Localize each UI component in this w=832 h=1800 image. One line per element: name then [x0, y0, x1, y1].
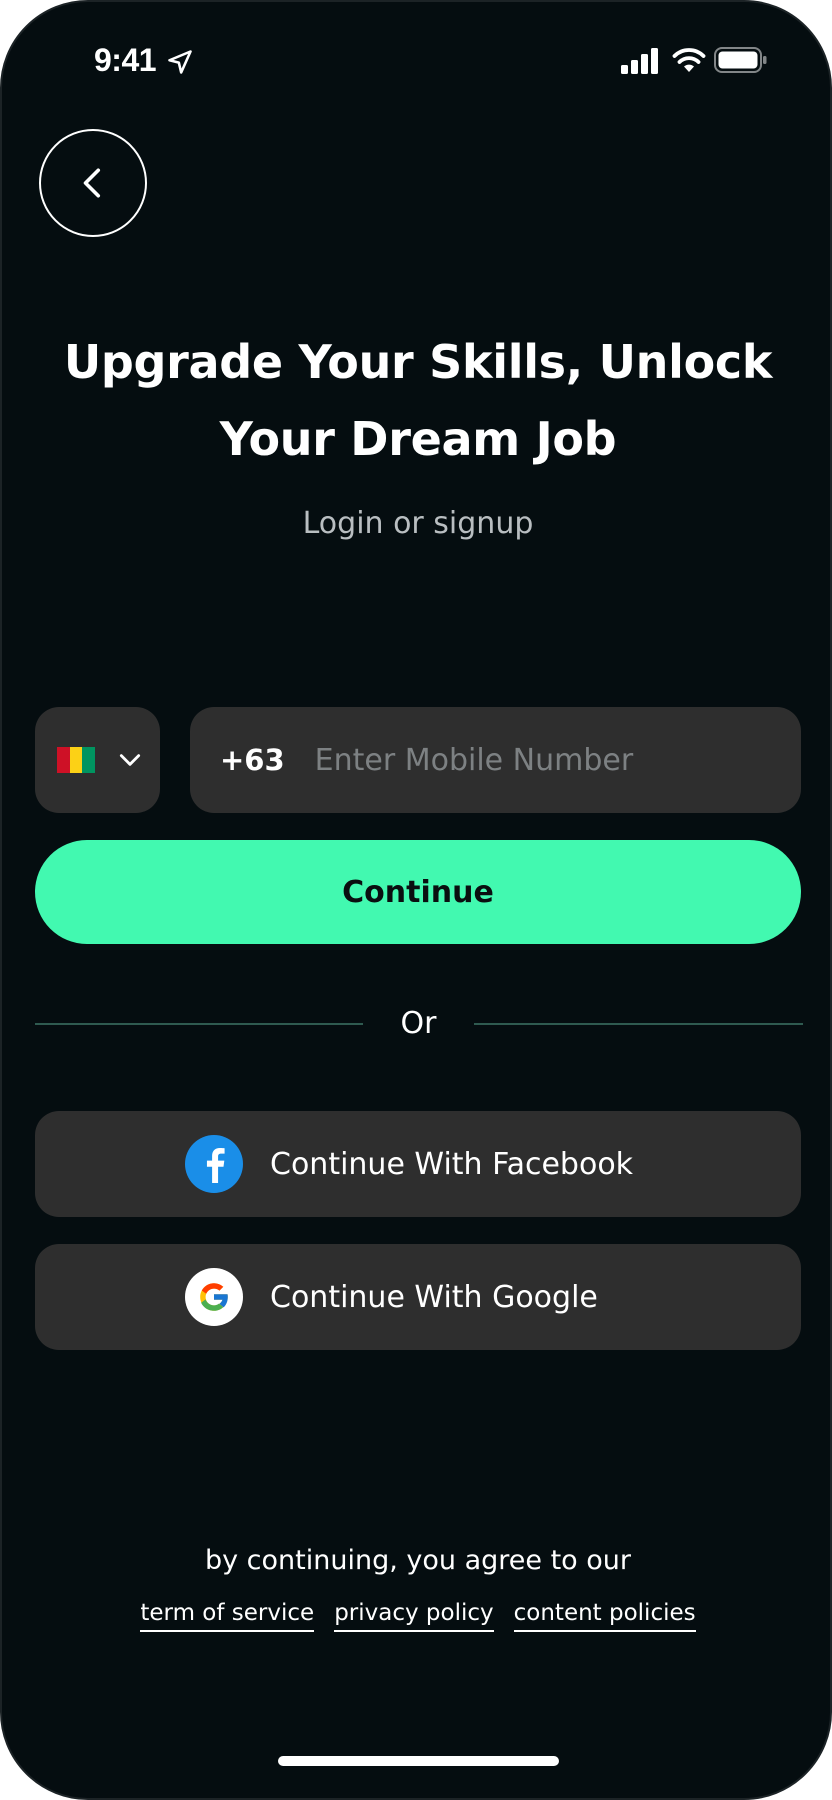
chevron-down-icon [119, 754, 141, 766]
page-title-line-1: Upgrade Your Skills, Unlock [63, 335, 773, 389]
terms-links: term of service privacy policy content p… [42, 1600, 794, 1632]
status-bar: 9:41 [2, 2, 830, 122]
phone-screen: 9:41 Upgrade Your Skills, Unlock Your Dr… [0, 0, 832, 1800]
divider-or-label: Or [400, 1006, 437, 1041]
status-time: 9:41 [94, 42, 157, 78]
continue-with-facebook-button[interactable]: Continue With Facebook [35, 1111, 801, 1217]
google-icon [185, 1268, 243, 1326]
content-policies-link[interactable]: content policies [513, 1600, 696, 1632]
divider-line-left [35, 1023, 363, 1025]
country-code-selector[interactable] [35, 707, 160, 813]
facebook-f-glyph [206, 1147, 225, 1183]
mobile-number-input[interactable] [314, 707, 801, 813]
flag-stripe-red [57, 747, 70, 773]
flag-stripe-green [82, 747, 96, 773]
wifi-icon [672, 48, 706, 72]
mobile-number-field: +63 [190, 707, 801, 813]
google-button-label: Continue With Google [270, 1279, 598, 1315]
terms-intro-text: by continuing, you agree to our [204, 1545, 631, 1576]
google-g-glyph [200, 1283, 229, 1311]
home-indicator[interactable] [278, 1756, 559, 1766]
facebook-icon [185, 1135, 243, 1193]
divider-line-right [474, 1023, 803, 1025]
page-title: Upgrade Your Skills, Unlock Your Dream J… [42, 324, 794, 478]
continue-button[interactable]: Continue [35, 840, 801, 944]
facebook-button-label: Continue With Facebook [270, 1146, 634, 1182]
back-button[interactable] [39, 129, 147, 237]
battery-icon [714, 47, 767, 73]
location-arrow-icon [168, 50, 192, 74]
terms-of-service-link[interactable]: term of service [140, 1600, 315, 1632]
flag-icon [57, 747, 96, 773]
flag-stripe-yellow [69, 747, 83, 773]
continue-with-google-button[interactable]: Continue With Google [35, 1244, 801, 1350]
privacy-policy-link[interactable]: privacy policy [334, 1600, 494, 1632]
page-title-line-2: Your Dream Job [219, 412, 617, 466]
chevron-left-icon [83, 168, 101, 198]
page-subtitle: Login or signup [302, 506, 534, 541]
dial-code: +63 [220, 743, 285, 777]
cellular-signal-icon [621, 48, 658, 74]
